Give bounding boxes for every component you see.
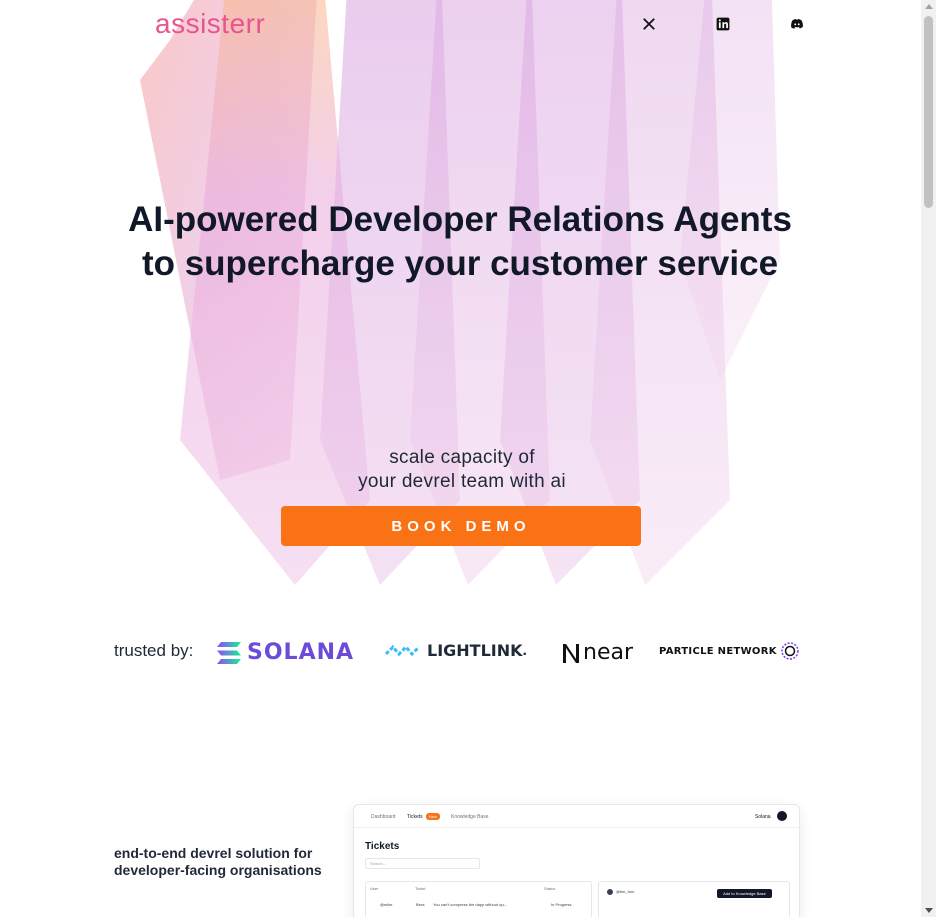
subtitle-line-2: your devrel team with ai bbox=[358, 471, 566, 492]
trusted-by-label: trusted by: bbox=[114, 641, 194, 660]
page: assisterr AI-powered Developer Relations… bbox=[0, 0, 921, 917]
preview-detail-panel bbox=[598, 881, 790, 917]
linkedin-icon[interactable] bbox=[715, 16, 731, 32]
hero-subtitle: scale capacity of your devrel team with … bbox=[262, 446, 662, 494]
book-demo-button[interactable]: BOOK DEMO bbox=[281, 506, 641, 546]
preview-nav-tickets: Tickets bbox=[407, 814, 423, 820]
preview-title: Tickets bbox=[365, 841, 400, 852]
lightlink-wordmark: LIGHTLINK bbox=[427, 641, 523, 660]
preview-add-kb-button: Add to Knowledge Base bbox=[717, 889, 772, 898]
preview-col-status: Status bbox=[544, 886, 556, 891]
preview-col-ticket: Ticket bbox=[415, 886, 426, 891]
lightlink-dot: . bbox=[522, 641, 527, 659]
preview-search-input: Search... bbox=[365, 858, 480, 869]
x-icon[interactable] bbox=[641, 16, 657, 32]
preview-row-status: In Progress bbox=[551, 902, 572, 907]
headline-line-2: to supercharge your customer service bbox=[141, 244, 779, 283]
near-logo: near bbox=[561, 640, 633, 665]
preview-tickets-badge: New bbox=[426, 813, 441, 820]
lightlink-mark-icon bbox=[385, 644, 421, 656]
scrollbar[interactable] bbox=[921, 0, 936, 917]
preview-panel-avatar bbox=[607, 889, 613, 895]
preview-row-ticket: You can't compress the dapp without qu..… bbox=[433, 902, 507, 907]
scroll-down-icon[interactable] bbox=[925, 908, 933, 913]
particle-network-wordmark: PARTICLE NETWORK bbox=[659, 645, 777, 657]
preview-nav-dashboard: Dashboard bbox=[371, 814, 396, 820]
headline-line-1: AI-powered Developer Relations Agents bbox=[128, 200, 792, 239]
preview-org-name: Solana bbox=[755, 814, 771, 820]
solana-mark-icon bbox=[217, 641, 241, 664]
preview-table bbox=[365, 881, 592, 917]
preview-nav-knowledge-base: Knowledge Base bbox=[451, 814, 489, 820]
feature-description: end-to-end devrel solution for developer… bbox=[114, 845, 322, 878]
subtitle-line-1: scale capacity of bbox=[389, 447, 535, 468]
preview-org-avatar bbox=[777, 811, 787, 821]
preview-col-user: User bbox=[370, 886, 379, 891]
solana-logo: SOLANA bbox=[217, 640, 354, 665]
preview-divider bbox=[354, 827, 799, 828]
hero-headline: AI-powered Developer Relations Agents to… bbox=[80, 198, 840, 286]
preview-row-user: @mike bbox=[380, 902, 393, 907]
near-wordmark: near bbox=[583, 640, 634, 665]
particle-network-logo: PARTICLE NETWORK bbox=[659, 640, 800, 662]
preview-panel-user: @tim_tom bbox=[616, 889, 635, 894]
solana-wordmark: SOLANA bbox=[247, 640, 355, 665]
scroll-up-icon[interactable] bbox=[925, 4, 933, 9]
preview-row-ticket-id: Bera bbox=[416, 902, 425, 907]
brand-logo[interactable]: assisterr bbox=[155, 8, 265, 40]
discord-icon[interactable] bbox=[789, 16, 805, 32]
near-mark-icon bbox=[563, 643, 579, 663]
particle-mark-icon bbox=[781, 642, 799, 660]
scrollbar-thumb[interactable] bbox=[924, 16, 933, 208]
lightlink-logo: LIGHTLINK . bbox=[385, 641, 527, 660]
product-preview: Dashboard Tickets New Knowledge Base Sol… bbox=[353, 804, 800, 917]
